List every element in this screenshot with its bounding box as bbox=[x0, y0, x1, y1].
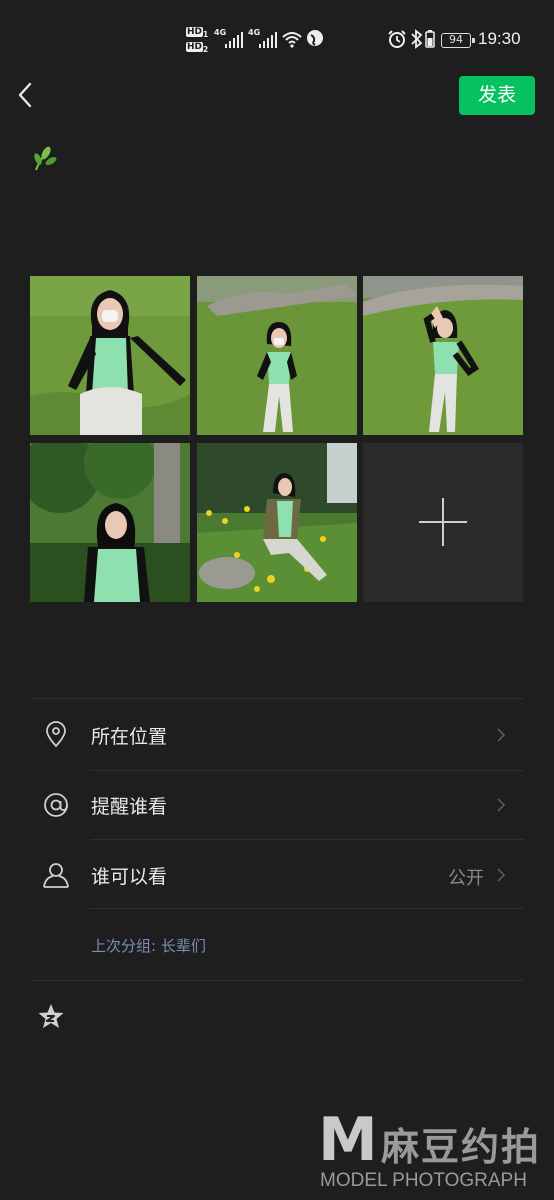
divider bbox=[30, 980, 524, 981]
location-row[interactable]: 所在位置 bbox=[30, 703, 524, 767]
mention-row[interactable]: 提醒谁看 bbox=[30, 773, 524, 837]
visibility-label: 谁可以看 bbox=[91, 866, 168, 888]
watermark-english: MODEL PHOTOGRAPH bbox=[320, 1170, 527, 1191]
divider bbox=[90, 908, 524, 909]
last-group-link[interactable]: 上次分组: 长辈们 bbox=[91, 935, 206, 956]
photo-thumbnail-3[interactable] bbox=[363, 276, 523, 435]
photo-thumbnail-5[interactable] bbox=[197, 443, 357, 602]
location-pin-icon bbox=[46, 721, 66, 748]
photo-thumbnail-4[interactable] bbox=[30, 443, 190, 602]
publish-button[interactable]: 发表 bbox=[459, 76, 535, 115]
at-sign-icon bbox=[44, 793, 68, 817]
hd-indicator: HD1 HD2 bbox=[186, 27, 209, 54]
mention-label: 提醒谁看 bbox=[91, 796, 168, 818]
signal-icon-1 bbox=[225, 32, 243, 48]
signal-icon-2 bbox=[259, 32, 277, 48]
battery-indicator: 94 bbox=[441, 33, 475, 48]
visibility-value: 公开 bbox=[448, 868, 484, 889]
divider bbox=[90, 770, 524, 771]
leaf-emoji-icon bbox=[34, 146, 57, 171]
chevron-right-icon bbox=[497, 798, 506, 812]
status-bar: HD1 HD2 4G 4G 94 19:30 bbox=[0, 26, 554, 58]
person-icon bbox=[43, 863, 69, 888]
watermark-chinese: 麻豆约拍 bbox=[381, 1125, 542, 1169]
visibility-row[interactable]: 谁可以看 公开 bbox=[30, 843, 524, 907]
divider bbox=[90, 839, 524, 840]
add-photo-button[interactable] bbox=[363, 443, 523, 602]
photo-thumbnail-2[interactable] bbox=[197, 276, 357, 435]
watermark-letter: M bbox=[318, 1105, 378, 1175]
status-time: 19:30 bbox=[478, 29, 521, 48]
alarm-icon bbox=[388, 30, 406, 48]
photo-thumbnail-1[interactable] bbox=[30, 276, 190, 435]
bluetooth-icon bbox=[411, 29, 423, 49]
divider bbox=[30, 698, 524, 699]
location-label: 所在位置 bbox=[91, 726, 168, 748]
back-arrow-icon[interactable] bbox=[12, 80, 40, 110]
wifi-icon bbox=[282, 32, 302, 48]
battery-saver-icon bbox=[425, 30, 435, 48]
chevron-right-icon bbox=[497, 728, 506, 742]
chevron-right-icon bbox=[497, 868, 506, 882]
vpn-globe-icon bbox=[307, 30, 323, 46]
watermark-logo: M 麻豆约拍 MODEL PHOTOGRAPH bbox=[318, 1110, 554, 1196]
star-sync-icon[interactable] bbox=[36, 1002, 66, 1032]
